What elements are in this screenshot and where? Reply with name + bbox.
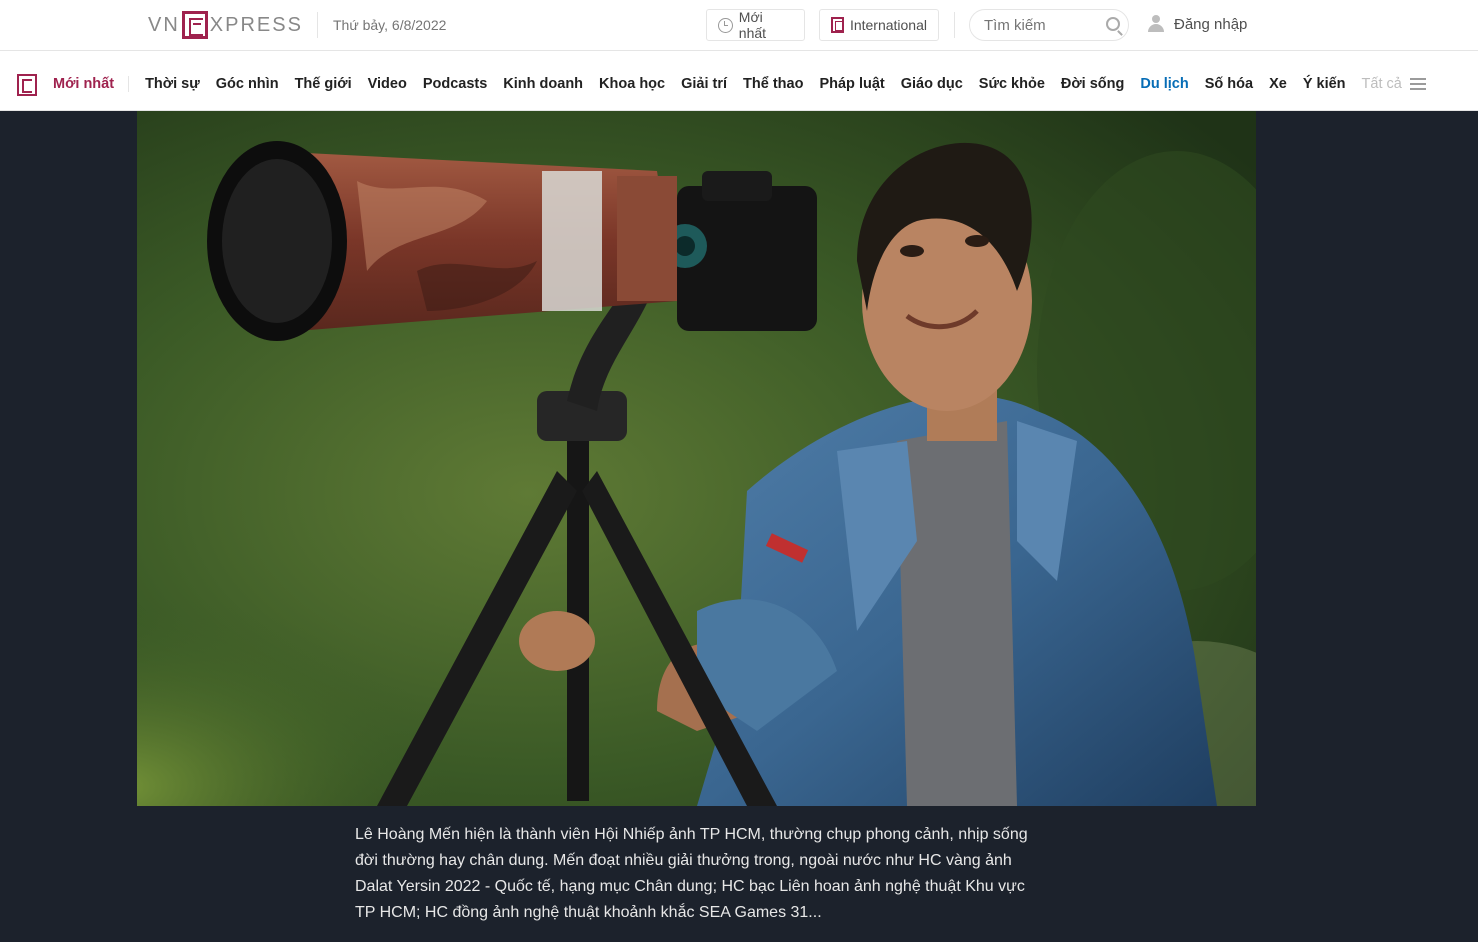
nav-item-du-lich[interactable]: Du lịch [1140, 76, 1188, 92]
photo-gallery: Lê Hoàng Mến hiện là thành viên Hội Nhiế… [0, 111, 1478, 942]
logo-e-icon [181, 11, 208, 39]
logo-text-left: VN [148, 13, 180, 36]
nav-item-phap-luat[interactable]: Pháp luật [819, 76, 884, 92]
search-icon[interactable] [1106, 17, 1120, 31]
vnexpress-logo[interactable]: VN XPRESS [148, 10, 303, 40]
nav-list: Mới nhất Thời sự Góc nhìn Thế giới Video… [53, 76, 1426, 92]
search-placeholder: Tìm kiếm [984, 16, 1046, 34]
current-date: Thứ bảy, 6/8/2022 [333, 17, 447, 33]
newest-button-label: Mới nhất [738, 9, 767, 41]
photo-caption: Lê Hoàng Mến hiện là thành viên Hội Nhiế… [355, 826, 1028, 921]
nav-item-the-thao[interactable]: Thể thao [743, 76, 803, 92]
gallery-photo[interactable] [137, 111, 1256, 806]
nav-item-khoa-hoc[interactable]: Khoa học [599, 76, 665, 92]
nav-item-thoi-su[interactable]: Thời sự [145, 76, 200, 92]
newest-button[interactable]: Mới nhất [706, 9, 805, 41]
category-nav: Mới nhất Thời sự Góc nhìn Thế giới Video… [0, 51, 1478, 111]
nav-item-so-hoa[interactable]: Số hóa [1205, 76, 1253, 92]
logo-text-right: XPRESS [209, 13, 303, 36]
nav-item-video[interactable]: Video [368, 76, 407, 92]
international-logo-icon [831, 17, 844, 33]
nav-item-y-kien[interactable]: Ý kiến [1303, 76, 1346, 92]
nav-item-giai-tri[interactable]: Giải trí [681, 76, 727, 92]
nav-item-giao-duc[interactable]: Giáo dục [901, 76, 963, 92]
home-icon[interactable] [17, 74, 37, 96]
header-divider [954, 12, 955, 38]
login-button[interactable]: Đăng nhập [1147, 15, 1247, 33]
nav-item-kinh-doanh[interactable]: Kinh doanh [503, 76, 583, 92]
international-button[interactable]: International [819, 9, 939, 41]
nav-item-moi-nhat[interactable]: Mới nhất [53, 76, 114, 92]
nav-item-doi-song[interactable]: Đời sống [1061, 76, 1124, 92]
search-input[interactable]: Tìm kiếm [969, 9, 1129, 41]
international-button-label: International [849, 17, 927, 33]
nav-item-goc-nhin[interactable]: Góc nhìn [216, 76, 279, 92]
nav-item-tat-ca[interactable]: Tất cả [1362, 76, 1402, 92]
menu-icon[interactable] [1409, 78, 1426, 90]
nav-item-suc-khoe[interactable]: Sức khỏe [979, 76, 1045, 92]
nav-item-podcasts[interactable]: Podcasts [423, 76, 487, 92]
header-divider [317, 12, 318, 38]
clock-icon [718, 17, 733, 33]
login-label: Đăng nhập [1174, 15, 1248, 33]
nav-divider [128, 76, 130, 92]
nav-item-xe[interactable]: Xe [1269, 76, 1287, 92]
photographer-portrait-image [137, 111, 1256, 806]
user-icon [1147, 15, 1165, 33]
top-header: VN XPRESS Thứ bảy, 6/8/2022 Mới nhất Int… [0, 0, 1478, 51]
nav-item-the-gioi[interactable]: Thế giới [295, 76, 352, 92]
